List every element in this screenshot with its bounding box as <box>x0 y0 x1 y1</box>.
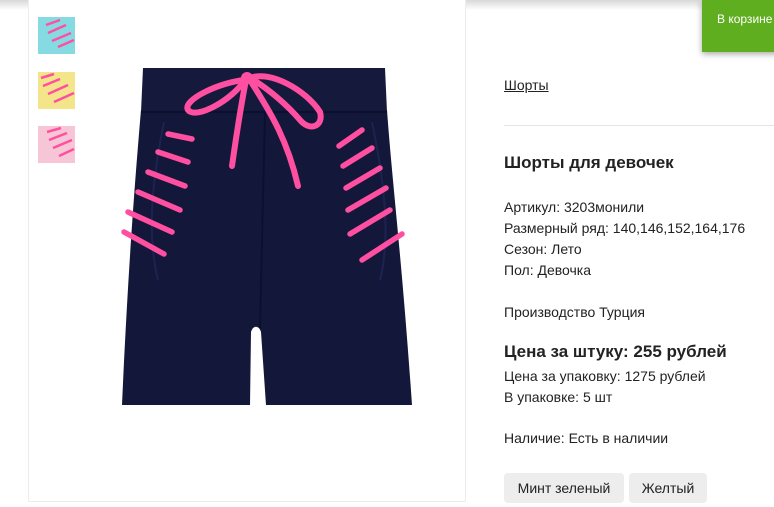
product-article: Артикул: 3203монили <box>504 199 645 215</box>
color-option-yellow[interactable]: Желтый <box>629 473 707 503</box>
thumbnail-pink-image <box>38 126 75 163</box>
availability: Наличие: Есть в наличии <box>504 430 669 446</box>
price-per-item: Цена за штуку: 255 рублей <box>504 342 727 361</box>
color-option-mint[interactable]: Минт зеленый <box>504 473 624 503</box>
thumbnail-yellow[interactable] <box>38 72 75 109</box>
thumbnail-mint[interactable] <box>38 17 75 54</box>
price-per-pack: Цена за упаковку: 1275 рублей <box>504 368 706 384</box>
divider <box>504 125 774 126</box>
thumbnail-yellow-image <box>38 72 75 109</box>
pack-quantity: В упаковке: 5 шт <box>504 389 613 405</box>
cart-notification-text: В корзине <box>717 12 773 26</box>
cart-notification[interactable]: В корзине <box>702 0 774 52</box>
product-production: Производство Турция <box>504 304 645 320</box>
product-gender: Пол: Девочка <box>504 262 592 278</box>
thumbnail-mint-image <box>38 17 75 54</box>
product-title: Шорты для девочек <box>504 153 674 172</box>
product-sizes: Размерный ряд: 140,146,152,164,176 <box>504 220 746 236</box>
breadcrumb-link[interactable]: Шорты <box>504 77 549 93</box>
product-main-image <box>121 68 412 405</box>
product-season: Сезон: Лето <box>504 241 582 257</box>
thumbnail-pink[interactable] <box>38 126 75 163</box>
